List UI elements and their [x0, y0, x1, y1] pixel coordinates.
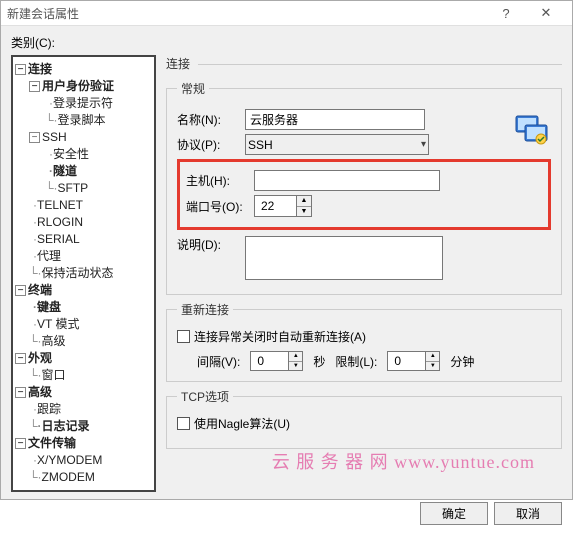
name-label: 名称(N):	[177, 111, 245, 128]
description-textarea[interactable]	[245, 236, 443, 280]
spin-up-icon[interactable]: ▲	[426, 352, 439, 362]
window-title: 新建会话属性	[7, 5, 486, 22]
tree-filetransfer[interactable]: −文件传输	[15, 435, 152, 452]
tree-connection[interactable]: −连接	[15, 61, 152, 78]
desc-label: 说明(D):	[177, 236, 245, 253]
tree-login-prompt[interactable]: ·登录提示符	[15, 95, 152, 112]
tree-rlogin[interactable]: ·RLOGIN	[15, 214, 152, 231]
tree-zmodem[interactable]: └·ZMODEM	[15, 469, 152, 486]
spin-down-icon[interactable]: ▼	[426, 362, 439, 371]
ok-button[interactable]: 确定	[420, 502, 488, 525]
tree-tunnel[interactable]: ·隧道	[15, 163, 152, 180]
tree-keyboard[interactable]: ·键盘	[15, 299, 152, 316]
tree-ssh[interactable]: −SSH	[15, 129, 152, 146]
host-input[interactable]	[254, 170, 440, 191]
tree-serial[interactable]: ·SERIAL	[15, 231, 152, 248]
port-spinner[interactable]: ▲ ▼	[254, 195, 312, 217]
chevron-down-icon: ▾	[421, 139, 426, 150]
spin-up-icon[interactable]: ▲	[297, 196, 311, 207]
auto-reconnect-label: 连接异常关闭时自动重新连接(A)	[194, 328, 366, 345]
close-button[interactable]: ✕	[526, 1, 566, 25]
spin-up-icon[interactable]: ▲	[289, 352, 302, 362]
cancel-button[interactable]: 取消	[494, 502, 562, 525]
minus-icon[interactable]: −	[15, 285, 26, 296]
tree-sftp[interactable]: └·SFTP	[15, 180, 152, 197]
limit-label: 限制(L):	[335, 353, 377, 370]
tree-label: 类别(C):	[11, 34, 562, 51]
reconnect-legend: 重新连接	[177, 301, 233, 318]
category-tree[interactable]: −连接 −用户身份验证 ·登录提示符 └·登录脚本 −SSH ·安全性 ·隧道 …	[11, 55, 156, 492]
host-label: 主机(H):	[186, 172, 254, 189]
dialog-footer: 确定 取消	[1, 498, 572, 533]
minus-icon[interactable]: −	[29, 81, 40, 92]
panel-title: 连接	[166, 55, 562, 74]
tree-xymodem[interactable]: ·X/YMODEM	[15, 452, 152, 469]
tree-vtmode[interactable]: ·VT 模式	[15, 316, 152, 333]
limit-input[interactable]	[388, 352, 426, 370]
tree-telnet[interactable]: ·TELNET	[15, 197, 152, 214]
tcp-group: TCP选项 使用Nagle算法(U)	[166, 388, 562, 449]
port-label: 端口号(O):	[186, 198, 254, 215]
protocol-select[interactable]: SSH ▾	[245, 134, 429, 155]
nagle-checkbox[interactable]	[177, 417, 190, 430]
nagle-label: 使用Nagle算法(U)	[194, 415, 290, 432]
interval-spinner[interactable]: ▲▼	[250, 351, 303, 371]
interval-input[interactable]	[251, 352, 289, 370]
spin-down-icon[interactable]: ▼	[297, 207, 311, 217]
host-port-highlight: 主机(H): 端口号(O): ▲ ▼	[177, 159, 551, 230]
help-button[interactable]: ?	[486, 1, 526, 25]
port-input[interactable]	[255, 196, 297, 216]
general-legend: 常规	[177, 80, 209, 97]
tree-login-script[interactable]: └·登录脚本	[15, 112, 152, 129]
monitor-icon	[515, 115, 549, 145]
tree-appearance[interactable]: −外观	[15, 350, 152, 367]
minus-icon[interactable]: −	[15, 64, 26, 75]
minus-icon[interactable]: −	[15, 387, 26, 398]
protocol-label: 协议(P):	[177, 136, 245, 153]
tree-proxy[interactable]: ·代理	[15, 248, 152, 265]
tree-terminal[interactable]: −终端	[15, 282, 152, 299]
minus-icon[interactable]: −	[15, 438, 26, 449]
protocol-value: SSH	[248, 138, 273, 152]
minus-icon[interactable]: −	[29, 132, 40, 143]
tree-advanced[interactable]: −高级	[15, 384, 152, 401]
interval-label: 间隔(V):	[197, 353, 240, 370]
right-panel: 连接 常规 名称(N): 协议(P): SSH ▾	[166, 55, 562, 492]
spin-down-icon[interactable]: ▼	[289, 362, 302, 371]
minutes-label: 分钟	[450, 353, 474, 370]
general-group: 常规 名称(N): 协议(P): SSH ▾	[166, 80, 562, 295]
tree-keepalive[interactable]: └·保持活动状态	[15, 265, 152, 282]
dialog-window: 新建会话属性 ? ✕ 类别(C): −连接 −用户身份验证 ·登录提示符 └·登…	[0, 0, 573, 500]
titlebar-buttons: ? ✕	[486, 1, 566, 25]
auto-reconnect-checkbox[interactable]	[177, 330, 190, 343]
tcp-legend: TCP选项	[177, 388, 233, 405]
titlebar: 新建会话属性 ? ✕	[1, 1, 572, 26]
limit-spinner[interactable]: ▲▼	[387, 351, 440, 371]
tree-auth[interactable]: −用户身份验证	[15, 78, 152, 95]
tree-trace[interactable]: ·跟踪	[15, 401, 152, 418]
content-area: 类别(C): −连接 −用户身份验证 ·登录提示符 └·登录脚本 −SSH ·安…	[1, 26, 572, 498]
tree-advanced-t[interactable]: └·高级	[15, 333, 152, 350]
tree-security[interactable]: ·安全性	[15, 146, 152, 163]
minus-icon[interactable]: −	[15, 353, 26, 364]
seconds-label: 秒	[313, 353, 325, 370]
tree-logging[interactable]: └·日志记录	[15, 418, 152, 435]
tree-window[interactable]: └·窗口	[15, 367, 152, 384]
name-input[interactable]	[245, 109, 425, 130]
reconnect-group: 重新连接 连接异常关闭时自动重新连接(A) 间隔(V): ▲▼ 秒 限制(L):	[166, 301, 562, 382]
